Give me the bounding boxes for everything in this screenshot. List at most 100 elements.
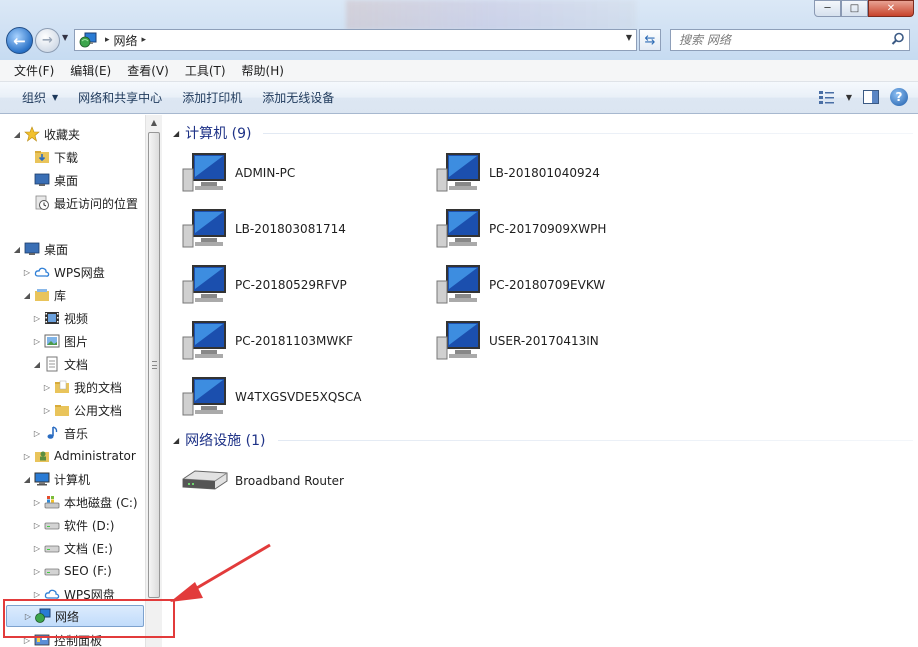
collapse-arrow-icon[interactable]: ◢ [173,129,179,138]
tree-administrator[interactable]: ▷ Administrator [22,445,136,467]
back-button[interactable]: ← [6,27,33,54]
add-wireless-device-button[interactable]: 添加无线设备 [252,89,344,106]
network-sharing-center-button[interactable]: 网络和共享中心 [68,89,172,106]
forward-button[interactable]: → [35,28,60,53]
tree-recent-places[interactable]: 最近访问的位置 [22,192,138,214]
tree-videos[interactable]: ▷ 视频 [32,307,88,329]
tree-favorites[interactable]: ◢ 收藏夹 [12,123,80,145]
desktop-icon [24,242,40,255]
expand-arrow-icon[interactable]: ▷ [32,337,42,346]
tree-music[interactable]: ▷ 音乐 [32,422,88,444]
tree-libraries[interactable]: ◢ 库 [22,284,66,306]
collapse-arrow-icon[interactable]: ◢ [22,291,32,300]
expand-arrow-icon[interactable]: ▷ [32,314,42,323]
computer-item[interactable]: PC-20181103MWKF [181,317,353,365]
drive-icon [44,545,60,553]
change-view-icon[interactable] [818,89,836,105]
tree-documents[interactable]: ◢ 文档 [32,353,88,375]
forward-arrow-icon: → [42,33,53,48]
scroll-thumb[interactable] [148,132,160,598]
computer-icon [436,153,480,192]
tree-label: 桌面 [44,242,69,257]
tree-drive-c[interactable]: ▷ 本地磁盘 (C:) [32,491,138,513]
group-title: 网络设施 (1) [185,433,266,449]
computer-name: PC-20180529RFVP [235,278,347,292]
tree-drive-e[interactable]: ▷ 文档 (E:) [32,537,113,559]
help-icon[interactable]: ? [890,88,908,106]
expand-arrow-icon[interactable]: ▷ [22,268,32,277]
search-box[interactable] [670,29,910,51]
expand-arrow-icon[interactable]: ▷ [32,590,42,599]
expand-arrow-icon[interactable]: ▷ [32,429,42,438]
expand-arrow-icon[interactable]: ▷ [32,567,42,576]
computer-item[interactable]: PC-20170909XWPH [435,205,606,253]
address-bar[interactable]: ▸ 网络 ▸ ▼ [74,29,637,51]
menu-view[interactable]: 查看(V) [119,62,177,79]
group-header-network-infrastructure[interactable]: ◢ 网络设施 (1) [173,430,265,450]
expand-arrow-icon[interactable]: ▷ [22,452,32,461]
expand-arrow-icon[interactable]: ▷ [32,521,42,530]
computer-item[interactable]: LB-201801040924 [435,149,600,197]
computer-icon [182,153,226,192]
history-dropdown-button[interactable]: ▼ [62,33,68,42]
tree-desktop-favorite[interactable]: 桌面 [22,169,78,191]
refresh-button[interactable]: ⇆ [639,29,661,51]
computer-item[interactable]: USER-20170413IN [435,317,599,365]
scroll-up-arrow-icon[interactable]: ▲ [146,115,162,131]
add-printer-button[interactable]: 添加打印机 [172,89,252,106]
tree-computer[interactable]: ◢ 计算机 [22,468,90,490]
computer-item[interactable]: PC-20180529RFVP [181,261,347,309]
tree-label: Administrator [54,449,136,463]
search-input[interactable] [671,30,871,50]
collapse-arrow-icon[interactable]: ◢ [22,475,32,484]
preview-pane-icon[interactable] [862,89,880,105]
content-pane: ◢ 计算机 (9) ADMIN-PC LB-201801040924 LB-20… [163,115,918,647]
router-name: Broadband Router [235,474,344,488]
router-icon [182,470,228,490]
collapse-arrow-icon[interactable]: ◢ [173,436,179,445]
group-header-computers[interactable]: ◢ 计算机 (9) [173,123,251,143]
address-dropdown-icon[interactable]: ▼ [626,33,632,42]
expand-arrow-icon[interactable]: ▷ [42,383,52,392]
menu-file[interactable]: 文件(F) [6,62,62,79]
tree-drive-d[interactable]: ▷ 软件 (D:) [32,514,115,536]
tree-drive-f[interactable]: ▷ SEO (F:) [32,560,112,582]
menu-tools[interactable]: 工具(T) [177,62,234,79]
close-button[interactable]: ✕ [868,0,914,17]
tree-label: 收藏夹 [44,127,81,142]
highlight-box [3,599,175,638]
minimize-button[interactable]: ─ [814,0,841,17]
menu-edit[interactable]: 编辑(E) [62,62,119,79]
document-icon [46,356,58,372]
search-icon[interactable] [891,32,905,46]
computer-item[interactable]: LB-201803081714 [181,205,346,253]
collapse-arrow-icon[interactable]: ◢ [12,245,22,254]
expand-arrow-icon[interactable]: ▷ [32,498,42,507]
router-item[interactable]: Broadband Router [181,457,344,505]
tree-pictures[interactable]: ▷ 图片 [32,330,88,352]
organize-button[interactable]: 组织 ▼ [12,89,68,106]
tree-wps-drive[interactable]: ▷ WPS网盘 [22,261,105,283]
breadcrumb-chevron-icon[interactable]: ▸ [105,35,110,45]
collapse-arrow-icon[interactable]: ◢ [32,360,42,369]
expand-arrow-icon[interactable]: ▷ [42,406,52,415]
view-dropdown-icon[interactable]: ▼ [846,93,852,102]
collapse-arrow-icon[interactable]: ◢ [12,130,22,139]
tree-label: 库 [54,288,67,303]
blurred-region [346,0,636,30]
tree-my-documents[interactable]: ▷ 我的文档 [42,376,122,398]
computer-item[interactable]: W4TXGSVDE5XQSCA [181,373,362,421]
tree-downloads[interactable]: 下载 [22,146,78,168]
tree-public-documents[interactable]: ▷ 公用文档 [42,399,122,421]
tree-desktop[interactable]: ◢ 桌面 [12,238,68,260]
nav-scrollbar[interactable]: ▲ [145,115,162,647]
maximize-button[interactable]: □ [841,0,868,17]
computer-item[interactable]: ADMIN-PC [181,149,295,197]
breadcrumb-network[interactable]: 网络 [114,32,138,49]
computer-icon [34,472,50,486]
menu-help[interactable]: 帮助(H) [234,62,292,79]
computer-name: LB-201803081714 [235,222,346,236]
breadcrumb-chevron-icon[interactable]: ▸ [142,35,147,45]
computer-item[interactable]: PC-20180709EVKW [435,261,605,309]
expand-arrow-icon[interactable]: ▷ [32,544,42,553]
